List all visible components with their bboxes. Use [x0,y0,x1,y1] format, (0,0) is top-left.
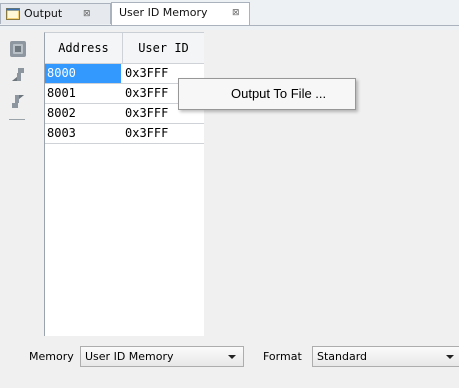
tab-user-id-memory-label: User ID Memory [119,6,208,19]
chevron-down-icon [446,355,454,359]
context-menu: Output To File ... [178,78,356,110]
address-cell[interactable]: 8002 [45,104,121,123]
address-cell[interactable]: 8001 [45,84,121,103]
menu-item-output-to-file[interactable]: Output To File ... [231,79,326,109]
close-icon[interactable]: ⊠ [83,4,91,24]
tab-output[interactable]: Output ⊠ [0,3,111,24]
memory-select[interactable]: User ID Memory [80,346,244,367]
column-header-user-id[interactable]: User ID [123,33,204,63]
value-cell[interactable]: 0x3FFF [125,124,204,143]
chevron-down-icon [228,355,236,359]
address-cell[interactable]: 8003 [45,124,121,143]
memory-select-value: User ID Memory [85,350,174,363]
download-arrow-icon[interactable] [9,66,27,84]
memory-read-icon[interactable] [9,40,27,58]
tab-strip: Output ⊠ User ID Memory ⊠ [0,0,459,30]
column-header-address[interactable]: Address [45,33,123,63]
table-header: Address User ID [45,33,204,64]
tab-output-label: Output [24,7,63,20]
upload-arrow-icon[interactable] [9,92,27,110]
format-select-value: Standard [317,350,368,363]
format-label: Format [263,350,302,363]
output-window-icon [6,8,20,20]
format-select[interactable]: Standard [312,346,459,367]
memory-label: Memory [29,350,74,363]
tab-divider [0,25,459,26]
toolbar-separator [9,119,25,120]
table-row[interactable]: 8003 0x3FFF [45,124,204,144]
tab-user-id-memory[interactable]: User ID Memory ⊠ [111,2,250,25]
bottom-controls: Memory User ID Memory Format Standard [0,343,459,373]
address-cell[interactable]: 8000 [45,64,121,83]
close-icon[interactable]: ⊠ [232,3,240,23]
